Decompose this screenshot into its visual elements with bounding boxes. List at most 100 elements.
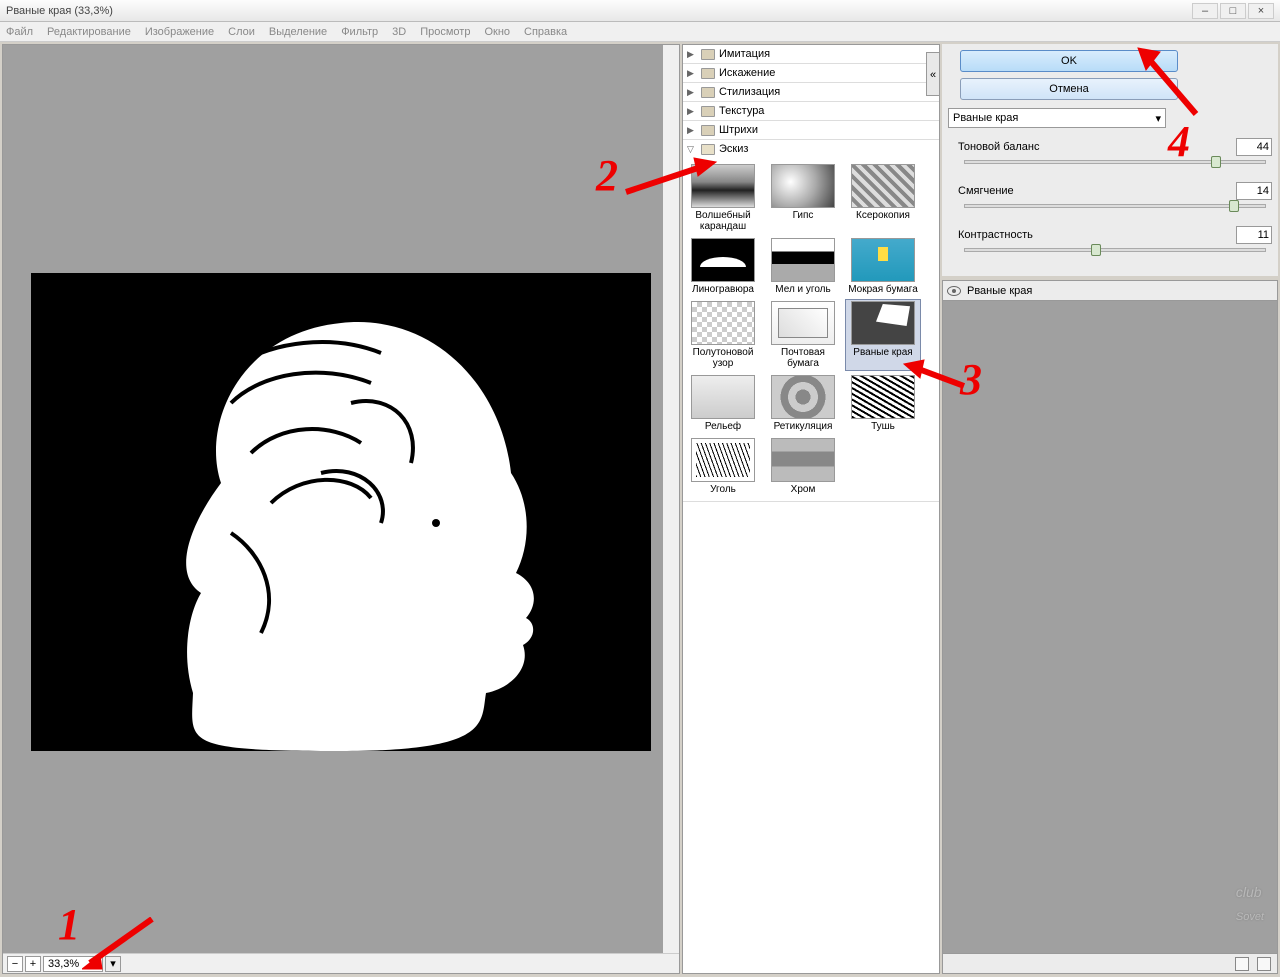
menu-item[interactable]: Окно (484, 26, 510, 38)
watermark: clubSovet (1236, 888, 1264, 928)
slider-handle[interactable] (1229, 200, 1239, 212)
triangle-down-icon: ▽ (687, 144, 697, 155)
filter-select-value: Рваные края (953, 112, 1155, 124)
menu-item[interactable]: Редактирование (47, 26, 131, 38)
triangle-right-icon: ▶ (687, 49, 697, 60)
close-button[interactable]: × (1248, 3, 1274, 19)
new-effect-layer-button[interactable] (1235, 957, 1249, 971)
collapse-panel-button[interactable]: « (926, 52, 940, 96)
slider-track[interactable] (964, 204, 1266, 208)
category-label: Текстура (719, 105, 764, 117)
triangle-right-icon: ▶ (687, 125, 697, 136)
filter-thumb-wetpaper[interactable]: Мокрая бумага (845, 236, 921, 297)
slider-label: Контрастность (958, 229, 1236, 241)
filter-thumb-halftone[interactable]: Полутоновой узор (685, 299, 761, 371)
zoom-dropdown-button[interactable]: ▾ (105, 956, 121, 972)
minimize-button[interactable]: – (1192, 3, 1218, 19)
zoom-in-button[interactable]: + (25, 956, 41, 972)
thumbnail-grid: Волшебный карандаш Гипс Ксерокопия Линог… (683, 158, 939, 501)
menu-item[interactable]: Изображение (145, 26, 214, 38)
menubar: Файл Редактирование Изображение Слои Выд… (0, 22, 1280, 42)
menu-item[interactable]: Просмотр (420, 26, 470, 38)
category-label: Штрихи (719, 124, 758, 136)
filter-thumb-magic-pencil[interactable]: Волшебный карандаш (685, 162, 761, 234)
category-stylize[interactable]: ▶ Стилизация (683, 83, 939, 101)
canvas-panel: ▴ ▾ − (2, 44, 680, 974)
cancel-button[interactable]: Отмена (960, 78, 1178, 100)
thumb-preview (691, 301, 755, 345)
slider-handle[interactable] (1091, 244, 1101, 256)
category-texture[interactable]: ▶Текстура (683, 102, 939, 120)
filter-thumb-relief[interactable]: Рельеф (685, 373, 761, 434)
filter-thumb-torn-edges[interactable]: Рваные края (845, 299, 921, 371)
filter-thumb-reticulation[interactable]: Ретикуляция (765, 373, 841, 434)
folder-icon (701, 49, 715, 60)
effect-layer-row[interactable]: Рваные края (943, 281, 1277, 301)
slider-smoothness: Смягчение (958, 182, 1272, 208)
layer-footer (943, 953, 1277, 973)
folder-open-icon (701, 144, 715, 155)
filter-thumb-chrome[interactable]: Хром (765, 436, 841, 497)
thumb-preview (771, 301, 835, 345)
slider-value-input[interactable] (1236, 138, 1272, 156)
menu-item[interactable]: Фильтр (341, 26, 378, 38)
chevron-down-icon: ▾ (1155, 112, 1161, 125)
menu-item[interactable]: 3D (392, 26, 406, 38)
menu-item[interactable]: Справка (524, 26, 567, 38)
folder-icon (701, 87, 715, 98)
filter-select-dropdown[interactable]: Рваные края▾ (948, 108, 1166, 128)
filter-gallery-panel: ▶Имитация ▶Искажение ▶Стилизация ▶Тексту… (682, 44, 940, 974)
menu-item[interactable]: Слои (228, 26, 255, 38)
thumb-preview (771, 238, 835, 282)
thumb-preview (691, 438, 755, 482)
filter-thumb-ink[interactable]: Тушь (845, 373, 921, 434)
filter-thumb-photocopy[interactable]: Ксерокопия (845, 162, 921, 234)
slider-value-input[interactable] (1236, 182, 1272, 200)
thumb-preview (851, 375, 915, 419)
thumb-preview (691, 238, 755, 282)
filter-thumb-charcoal[interactable]: Уголь (685, 436, 761, 497)
scroll-down-button[interactable]: ▾ (663, 937, 679, 953)
folder-icon (701, 125, 715, 136)
thumb-preview (691, 375, 755, 419)
category-sketch[interactable]: ▽ Эскиз (683, 140, 939, 158)
filter-thumb-notepaper[interactable]: Почтовая бумага (765, 299, 841, 371)
triangle-right-icon: ▶ (687, 87, 697, 98)
category-brushstrokes[interactable]: ▶ Штрихи (683, 121, 939, 139)
filter-thumb-chalk[interactable]: Мел и уголь (765, 236, 841, 297)
slider-value-input[interactable] (1236, 226, 1272, 244)
slider-label: Смягчение (958, 185, 1236, 197)
menu-item[interactable]: Файл (6, 26, 33, 38)
category-distort[interactable]: ▶Искажение (683, 64, 939, 82)
settings-panel: « OK Отмена Рваные края▾ Тоновой баланс … (942, 44, 1278, 974)
ok-button[interactable]: OK (960, 50, 1178, 72)
slider-label: Тоновой баланс (958, 141, 1236, 153)
window-titlebar: Рваные края (33,3%) – □ × (0, 0, 1280, 22)
menu-item[interactable]: Выделение (269, 26, 327, 38)
folder-icon (701, 68, 715, 79)
thumb-preview (851, 164, 915, 208)
effect-layer-name: Рваные края (967, 285, 1032, 297)
slider-tone-balance: Тоновой баланс (958, 138, 1272, 164)
filter-thumb-lino[interactable]: Линогравюра (685, 236, 761, 297)
canvas-area[interactable]: ▴ ▾ (3, 45, 679, 953)
folder-icon (701, 106, 715, 117)
thumb-preview (771, 438, 835, 482)
scroll-up-button[interactable]: ▴ (663, 45, 679, 61)
category-label: Стилизация (719, 86, 780, 98)
slider-track[interactable] (964, 248, 1266, 252)
silhouette-artwork (31, 273, 651, 751)
effect-layers-panel: Рваные края (942, 280, 1278, 974)
zoom-out-button[interactable]: − (7, 956, 23, 972)
visibility-eye-icon[interactable] (947, 286, 961, 296)
slider-track[interactable] (964, 160, 1266, 164)
filter-thumb-plaster[interactable]: Гипс (765, 162, 841, 234)
zoom-bar: − + 33,3% ▾ (3, 953, 679, 973)
filter-category-list[interactable]: ▶Имитация ▶Искажение ▶Стилизация ▶Тексту… (682, 44, 940, 974)
category-imitation[interactable]: ▶Имитация (683, 45, 939, 63)
category-label: Эскиз (719, 143, 748, 155)
maximize-button[interactable]: □ (1220, 3, 1246, 19)
slider-handle[interactable] (1211, 156, 1221, 168)
delete-effect-layer-button[interactable] (1257, 957, 1271, 971)
zoom-value[interactable]: 33,3% (43, 956, 103, 972)
